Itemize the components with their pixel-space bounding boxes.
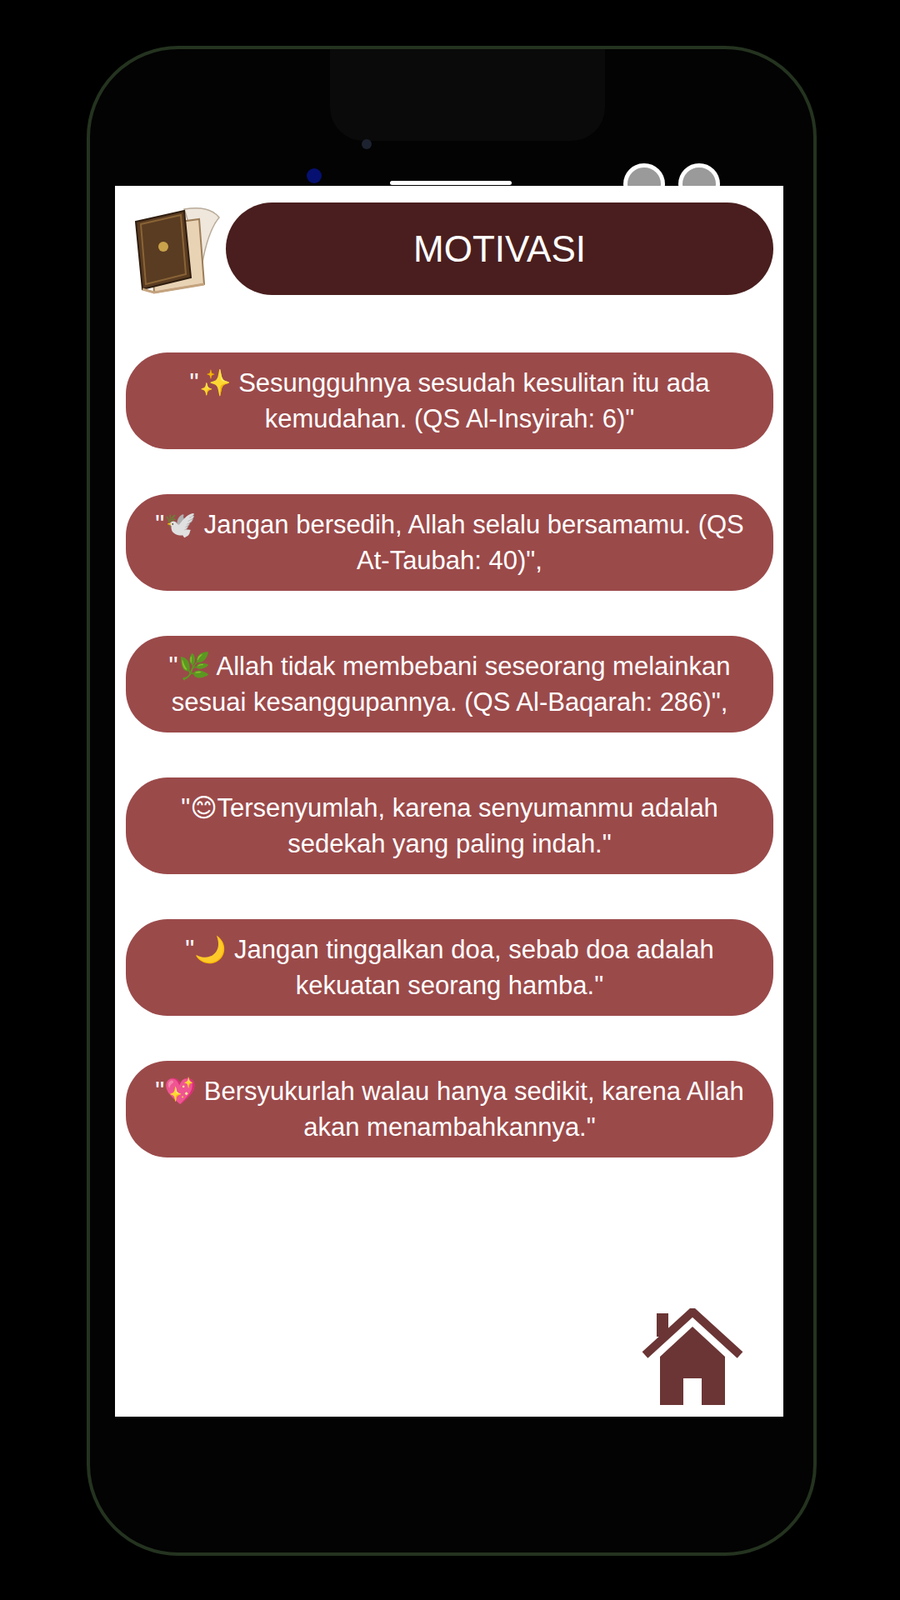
book-icon [125,200,225,297]
quote-card: "🌿 Allah tidak membebani seseorang melai… [125,635,774,733]
quote-card: "✨ Sesungguhnya sesudah kesulitan itu ad… [125,352,774,450]
home-button[interactable] [641,1308,744,1405]
quote-card: "🕊️ Jangan bersedih, Allah selalu bersam… [125,494,774,591]
page: MOTIVASI "✨ Sesungguhnya sesudah kesulita… [0,0,900,1600]
title-banner: MOTIVASI [225,202,774,295]
quote-card: "😊Tersenyumlah, karena senyumanmu adalah… [125,777,774,875]
app-screen: MOTIVASI "✨ Sesungguhnya sesudah kesulita… [115,185,784,1417]
sensor-dot [306,168,322,184]
quote-card: "🌙 Jangan tinggalkan doa, sebab doa adal… [125,919,774,1016]
header: MOTIVASI [125,200,774,297]
phone-notch [330,49,605,141]
quote-list: "✨ Sesungguhnya sesudah kesulitan itu ad… [125,352,774,1158]
front-camera [361,139,372,150]
quote-card: "💖 Bersyukurlah walau hanya sedikit, kar… [125,1060,774,1158]
phone-frame: MOTIVASI "✨ Sesungguhnya sesudah kesulita… [86,45,817,1556]
home-icon [641,1308,744,1405]
notch-line [390,180,512,185]
phone-top-bar [115,49,784,186]
